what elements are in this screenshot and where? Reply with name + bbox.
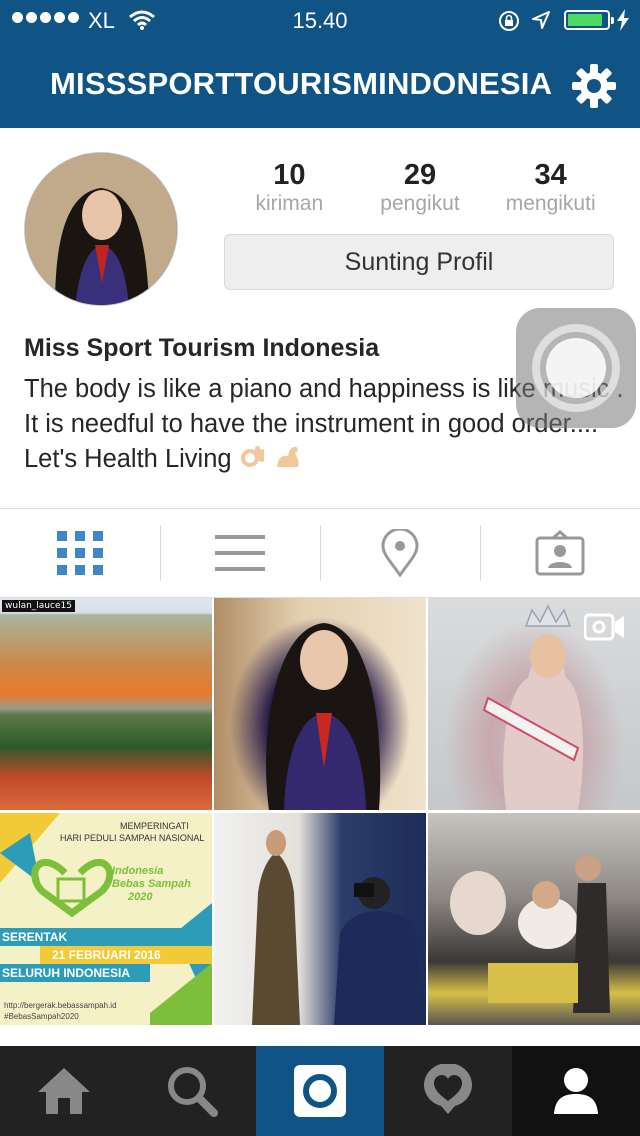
charging-bolt-icon	[617, 9, 629, 31]
profile-stats: 10 kiriman 29 pengikut 34 mengikuti	[224, 158, 616, 220]
bottom-tab-bar	[0, 1046, 640, 1136]
tab-list-view[interactable]	[160, 509, 320, 597]
rotation-lock-icon	[499, 11, 519, 31]
photo-grid: wulan_lauce15 MEMPERINGATI HARI PEDULI S…	[0, 598, 640, 1046]
photo-tile[interactable]	[428, 813, 640, 1025]
tab-grid-view[interactable]	[0, 509, 160, 597]
following-count: 34	[534, 159, 567, 191]
photo-tile[interactable]	[214, 598, 426, 810]
followers-stat[interactable]: 29 pengikut	[355, 158, 486, 220]
assistive-touch-button[interactable]	[516, 308, 636, 428]
ok-hand-icon	[240, 446, 264, 467]
profile-display-name: Miss Sport Tourism Indonesia	[24, 334, 380, 362]
flexed-biceps-icon	[276, 446, 299, 467]
location-pin-icon	[381, 529, 419, 577]
app-header: XL 15.40 MISSSPORTTOURISMINDONESIA	[0, 0, 640, 128]
tab-profile[interactable]	[512, 1046, 640, 1136]
photo-tile[interactable]: wulan_lauce15	[0, 598, 212, 810]
battery-icon	[564, 10, 614, 30]
home-icon	[38, 1068, 90, 1114]
profile-icon	[554, 1068, 598, 1114]
tab-tagged-view[interactable]	[480, 509, 640, 597]
grid-icon	[57, 531, 103, 575]
avatar-photo	[25, 153, 177, 305]
edit-profile-button[interactable]: Sunting Profil	[224, 234, 614, 290]
search-icon	[168, 1067, 218, 1117]
posts-count: 10	[273, 159, 306, 191]
followers-label: pengikut	[380, 192, 460, 215]
activity-heart-icon	[424, 1064, 472, 1114]
profile-username-title: MISSSPORTTOURISMINDONESIA	[50, 66, 553, 101]
tagged-photos-icon	[535, 530, 585, 576]
tab-search[interactable]	[128, 1046, 256, 1136]
tab-location-view[interactable]	[320, 509, 480, 597]
tab-activity[interactable]	[384, 1046, 512, 1136]
profile-view-tabs	[0, 508, 640, 598]
tab-home[interactable]	[0, 1046, 128, 1136]
photo-tile[interactable]: MEMPERINGATI HARI PEDULI SAMPAH NASIONAL…	[0, 813, 212, 1025]
location-arrow-icon	[532, 11, 550, 29]
following-label: mengikuti	[505, 192, 596, 215]
camera-icon	[294, 1065, 346, 1117]
tab-camera[interactable]	[256, 1046, 384, 1136]
posts-stat[interactable]: 10 kiriman	[224, 158, 355, 220]
posts-label: kiriman	[255, 192, 324, 215]
photo-tile[interactable]	[214, 813, 426, 1025]
list-icon	[215, 535, 265, 571]
followers-count: 29	[403, 159, 437, 191]
profile-avatar[interactable]	[24, 152, 178, 306]
following-stat[interactable]: 34 mengikuti	[485, 158, 616, 220]
video-camera-icon	[584, 613, 624, 641]
gear-icon[interactable]	[571, 63, 617, 109]
video-tile[interactable]	[428, 598, 640, 810]
status-bar: XL 15.40	[0, 0, 640, 40]
repost-badge: wulan_lauce15	[2, 600, 75, 612]
